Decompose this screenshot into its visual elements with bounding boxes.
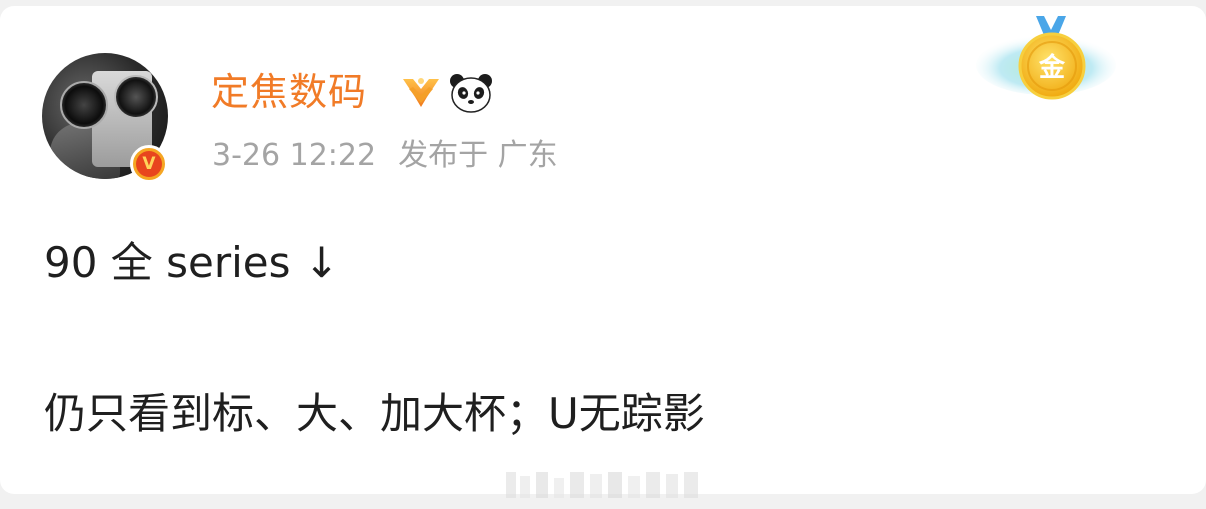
avatar-image-detail: [60, 81, 108, 129]
avatar-image-detail: [114, 75, 158, 119]
panda-icon[interactable]: [448, 72, 494, 114]
post-text-line-2: 仍只看到标、大、加大杯；U无踪影: [44, 389, 705, 438]
post-meta: 3-26 12:22 发布于 广东: [212, 136, 558, 176]
author-name[interactable]: 定焦数码: [211, 68, 367, 116]
watermark-icon: [506, 472, 698, 498]
gold-medal-icon[interactable]: 金: [976, 10, 1126, 108]
gold-medal-label: 金: [1038, 52, 1066, 83]
verified-badge-label: V: [136, 151, 162, 177]
post-text-line-1: 90 全 series ↓: [44, 238, 340, 287]
post-location: 发布于 广东: [398, 138, 558, 173]
post-time: 3-26 12:22: [212, 138, 377, 173]
verified-badge-icon: V: [130, 145, 168, 183]
vip-medal-icon[interactable]: [399, 73, 443, 113]
post-card: V 定焦数码 3-26 12:22 发布于 广东 金 90 全 series ↓…: [0, 6, 1206, 498]
